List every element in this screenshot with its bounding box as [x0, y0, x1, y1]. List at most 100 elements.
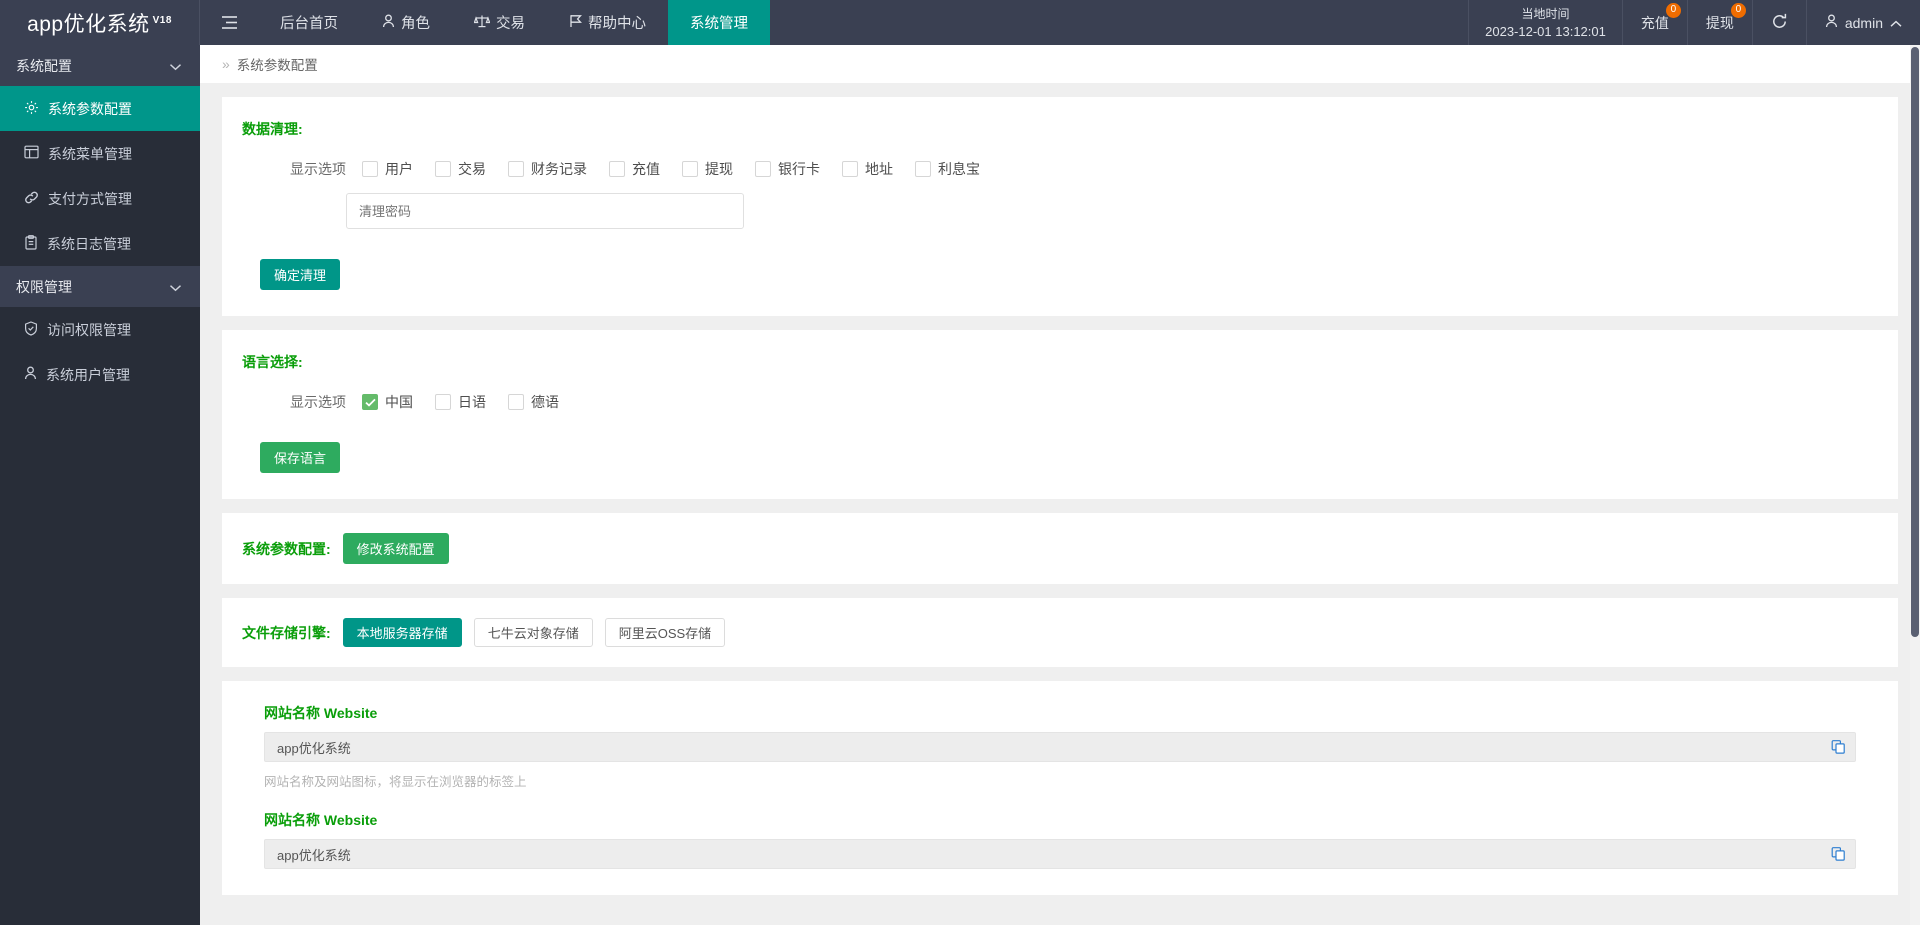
checkbox-lixibao-box[interactable] [915, 161, 931, 177]
checkbox-finance-record[interactable]: 财务记录 [508, 159, 587, 179]
refresh-button[interactable] [1752, 0, 1806, 45]
breadcrumb-current: 系统参数配置 [237, 54, 318, 74]
sidebar-item-payment-method[interactable]: 支付方式管理 [0, 176, 200, 221]
checkbox-address[interactable]: 地址 [842, 159, 893, 179]
checkbox-user[interactable]: 用户 [362, 159, 413, 179]
nav-tab-trade[interactable]: 交易 [452, 0, 547, 45]
nav-tab-role-label: 角色 [401, 12, 430, 33]
checkbox-german[interactable]: 德语 [508, 392, 559, 412]
checkbox-withdraw-label: 提现 [705, 159, 733, 179]
system-param-row: 系统参数配置: 修改系统配置 [242, 533, 1878, 564]
checkbox-trade-box[interactable] [435, 161, 451, 177]
scrollbar-thumb[interactable] [1911, 47, 1919, 637]
withdraw-badge: 0 [1731, 3, 1746, 18]
checkbox-user-box[interactable] [362, 161, 378, 177]
sidebar-item-system-user[interactable]: 系统用户管理 [0, 352, 200, 397]
checkbox-recharge-box[interactable] [609, 161, 625, 177]
copy-icon[interactable] [1831, 740, 1846, 755]
system-param-label: 系统参数配置: [242, 539, 331, 559]
clipboard-icon [24, 235, 38, 253]
logo-text: app优化系统V18 [27, 8, 172, 38]
checkbox-bank-card[interactable]: 银行卡 [755, 159, 820, 179]
confirm-cleanup-button[interactable]: 确定清理 [260, 259, 340, 290]
withdraw-button[interactable]: 提现 0 [1687, 0, 1752, 45]
flag-icon [569, 14, 582, 32]
checkbox-japanese[interactable]: 日语 [435, 392, 486, 412]
sidebar-group-permission[interactable]: 权限管理 [0, 266, 200, 307]
sidebar-item-system-menu[interactable]: 系统菜单管理 [0, 131, 200, 176]
checkbox-japanese-box[interactable] [435, 394, 451, 410]
nav-tab-trade-label: 交易 [496, 12, 525, 33]
user-menu[interactable]: admin [1806, 0, 1920, 45]
checkbox-recharge[interactable]: 充值 [609, 159, 660, 179]
recharge-label: 充值 [1641, 13, 1669, 33]
sidebar-item-system-user-label: 系统用户管理 [46, 365, 130, 385]
save-language-button[interactable]: 保存语言 [260, 442, 340, 473]
website-field-2-input[interactable]: app优化系统 [264, 839, 1856, 869]
nav-tab-role[interactable]: 角色 [360, 0, 452, 45]
sidebar-item-system-log-label: 系统日志管理 [47, 234, 131, 254]
link-icon [24, 190, 39, 208]
content-area: » 系统参数配置 数据清理: 显示选项 用户 交易 [200, 45, 1920, 925]
checkbox-german-box[interactable] [508, 394, 524, 410]
checkbox-bank-card-box[interactable] [755, 161, 771, 177]
breadcrumb: » 系统参数配置 [200, 45, 1920, 83]
chevron-up-icon [1890, 15, 1902, 31]
nav-tab-dashboard[interactable]: 后台首页 [258, 0, 360, 45]
website-field-1-input[interactable]: app优化系统 [264, 732, 1856, 762]
chevron-down-icon [169, 58, 182, 74]
logo-version: V18 [153, 15, 172, 26]
website-field-1-value: app优化系统 [277, 738, 351, 757]
checkbox-lixibao[interactable]: 利息宝 [915, 159, 980, 179]
sidebar-group-system-config-label: 系统配置 [16, 56, 72, 76]
sidebar-item-system-log[interactable]: 系统日志管理 [0, 221, 200, 266]
local-time-value: 2023-12-01 13:12:01 [1485, 23, 1606, 40]
nav-tab-help-label: 帮助中心 [588, 12, 646, 33]
hamburger-menu-icon[interactable] [200, 0, 258, 45]
website-field-1-label: 网站名称 Website [264, 703, 1856, 723]
language-title: 语言选择: [242, 352, 1878, 372]
checkbox-user-label: 用户 [385, 159, 413, 179]
vertical-scrollbar[interactable] [1910, 45, 1920, 925]
language-options-label: 显示选项 [290, 392, 346, 412]
checkbox-trade[interactable]: 交易 [435, 159, 486, 179]
checkbox-finance-record-box[interactable] [508, 161, 524, 177]
card-data-cleanup: 数据清理: 显示选项 用户 交易 财务记录 [222, 97, 1898, 316]
sidebar-group-system-config[interactable]: 系统配置 [0, 45, 200, 86]
storage-option-local[interactable]: 本地服务器存储 [343, 618, 462, 647]
recharge-badge: 0 [1666, 3, 1681, 18]
nav-tab-dashboard-label: 后台首页 [280, 12, 338, 33]
language-button-row: 保存语言 [242, 442, 1878, 473]
checkbox-address-box[interactable] [842, 161, 858, 177]
checkbox-chinese-box[interactable] [362, 394, 378, 410]
refresh-icon [1771, 13, 1788, 33]
local-time-label: 当地时间 [1521, 6, 1569, 23]
data-cleanup-options-label: 显示选项 [290, 159, 346, 179]
breadcrumb-separator: » [222, 56, 230, 72]
avatar-user-icon [1825, 14, 1838, 31]
website-field-1: 网站名称 Website app优化系统 网站名称及网站图标，将显示在浏览器的标… [242, 703, 1878, 790]
gear-icon [24, 100, 39, 118]
nav-tab-system[interactable]: 系统管理 [668, 0, 770, 45]
checkbox-withdraw[interactable]: 提现 [682, 159, 733, 179]
modify-system-config-button[interactable]: 修改系统配置 [343, 533, 449, 564]
checkbox-withdraw-box[interactable] [682, 161, 698, 177]
storage-option-aliyun-oss[interactable]: 阿里云OSS存储 [605, 618, 725, 647]
website-field-2-label: 网站名称 Website [264, 810, 1856, 830]
sidebar-item-access-permission[interactable]: 访问权限管理 [0, 307, 200, 352]
website-field-2-value: app优化系统 [277, 845, 351, 864]
scroll-area: 数据清理: 显示选项 用户 交易 财务记录 [200, 83, 1920, 925]
nav-tab-help[interactable]: 帮助中心 [547, 0, 668, 45]
card-website-fields: 网站名称 Website app优化系统 网站名称及网站图标，将显示在浏览器的标… [222, 681, 1898, 895]
checkbox-german-label: 德语 [531, 392, 559, 412]
checkbox-chinese[interactable]: 中国 [362, 392, 413, 412]
storage-option-qiniu[interactable]: 七牛云对象存储 [474, 618, 593, 647]
sidebar-item-access-permission-label: 访问权限管理 [47, 320, 131, 340]
header-spacer [770, 0, 1468, 45]
sidebar-item-system-params[interactable]: 系统参数配置 [0, 86, 200, 131]
checkbox-trade-label: 交易 [458, 159, 486, 179]
cleanup-password-input[interactable] [346, 193, 744, 229]
copy-icon[interactable] [1831, 847, 1846, 862]
recharge-button[interactable]: 充值 0 [1622, 0, 1687, 45]
logo[interactable]: app优化系统V18 [0, 0, 200, 45]
